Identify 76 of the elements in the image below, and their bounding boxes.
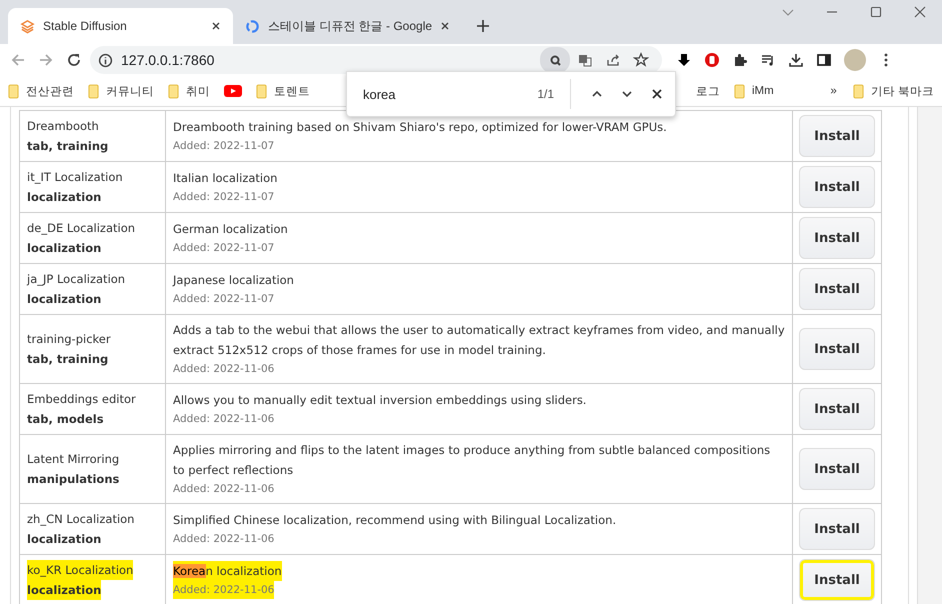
install-button[interactable]: Install [799,448,875,490]
extension-description: Simplified Chinese localization, recommend using with Bilingual Localization. [173,512,618,529]
match-count: 1/1 [537,87,554,101]
extension-name: zh_CN Localization [27,511,136,528]
search-icon[interactable] [540,47,570,73]
extension-description: Italian localization [173,170,278,187]
extension-name: Dreambooth [27,118,100,135]
folder-icon [852,84,864,98]
extension-tags: localization [27,187,158,207]
extension-description: Dreambooth training based on Shivam Shiaro's repo, optimized for lower-VRAM GPUs. [173,119,668,136]
bookmark-link[interactable] [224,85,242,97]
info-icon [98,52,113,68]
install-button[interactable]: Install [799,217,875,259]
folder-icon [256,84,267,98]
new-tab-icon[interactable] [476,19,490,33]
added-date: Added: 2022-11-07 [173,139,276,154]
added-date: Added: 2022-11-07 [173,241,276,256]
browser-tab[interactable]: Stable Diffusion [8,8,233,44]
bookmark-link[interactable]: 로그 [696,84,720,98]
extension-tags: localization [27,238,158,258]
install-button[interactable]: Install [799,508,875,550]
added-date: Added: 2022-11-06 [173,482,276,497]
added-date: Added: 2022-11-06 [173,362,276,377]
extension-name: training-picker [27,331,112,348]
extension-tags: tab, training [27,136,158,156]
layers-icon [20,18,35,34]
extension-tags: tab, models [27,409,158,429]
extension-description: Japanese localization [173,272,295,289]
extension-name: Embeddings editor [27,391,137,408]
find-input[interactable]: korea [361,86,505,102]
added-date: Added: 2022-11-06 [173,532,276,547]
added-date: Added: 2022-11-07 [173,190,276,205]
extension-tags: manipulations [27,469,158,489]
added-date: Added: 2022-11-06 [173,412,276,427]
extension-description: Allows you to manually edit textual inversion embeddings using sliders. [173,392,588,409]
extension-tags: localization [27,580,102,600]
extension-tags: localization [27,529,158,549]
extension-name: ko_KR Localization [27,560,134,580]
extension-description: Applies mirroring and flips to the latent images to produce anything from subtle balanced compositions to perfect reflections [173,442,772,479]
close-icon[interactable] [440,21,450,31]
tab-title: Stable Diffusion [43,19,128,33]
folder-icon [8,84,19,98]
install-button[interactable]: Install [799,268,875,310]
install-button[interactable]: Install [799,166,875,208]
folder-icon [734,84,745,98]
extension-name: de_DE Localization [27,220,136,237]
extension-description: German localization [173,221,289,238]
install-button[interactable]: Install [799,388,875,430]
install-button[interactable]: Install [799,559,875,601]
extension-name: ja_JP Localization [27,271,126,288]
bookmarks-overflow[interactable]: » [830,85,837,97]
bookmark-folder[interactable]: 커뮤니티 [88,84,154,98]
install-button[interactable]: Install [799,115,875,157]
close-icon[interactable] [914,6,926,18]
extension-description: Korean localization [173,561,282,581]
extension-tags: tab, training [27,349,158,369]
folder-icon [88,84,99,98]
folder-icon [168,84,179,98]
extension-tags: localization [27,289,158,309]
extension-description: Adds a tab to the webui that allows the user to automatically extract keyframes from video, and manually extract 512x512 crops of those frames for use in model training. [173,322,785,359]
other-bookmarks-folder[interactable]: 기타 북마크 [852,84,934,98]
bookmark-folder[interactable]: iMm [734,84,774,98]
tab-title: 스테이블 디퓨전 한글 - Google [268,18,432,34]
close-icon[interactable] [211,21,221,31]
added-date: Added: 2022-11-07 [173,292,276,307]
install-button[interactable]: Install [799,328,875,370]
browser-tab[interactable]: 스테이블 디퓨전 한글 - Google [233,8,462,44]
maximize-icon[interactable] [870,6,882,18]
bookmark-folder[interactable]: 취미 [168,84,210,98]
address-bar[interactable]: 127.0.0.1:7860 [90,46,662,74]
bookmark-folder[interactable]: 토렌트 [256,84,310,98]
added-date: Added: 2022-11-06 [173,581,274,599]
extension-name: it_IT Localization [27,169,124,186]
bookmark-folder[interactable]: 전산관련 [8,84,74,98]
extension-name: Latent Mirroring [27,451,120,468]
url-text: 127.0.0.1:7860 [121,52,214,68]
